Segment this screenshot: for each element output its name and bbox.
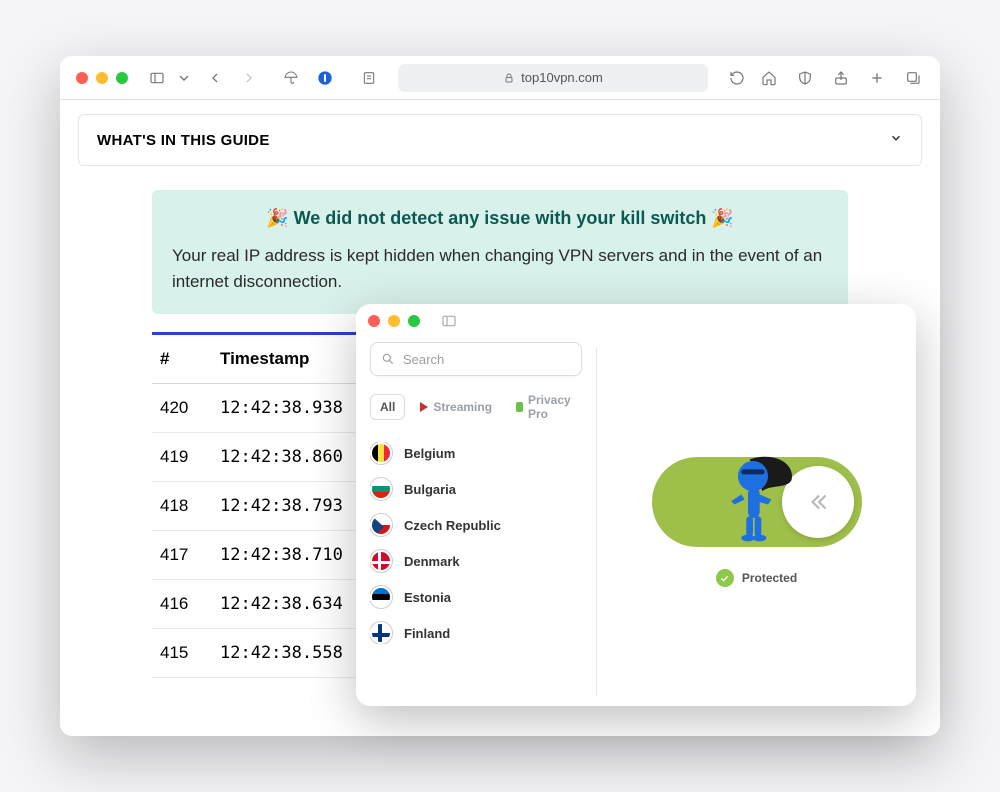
col-num: # — [152, 335, 212, 384]
mascot-icon — [716, 451, 800, 543]
country-label: Belgium — [404, 446, 455, 461]
forward-button[interactable] — [238, 67, 260, 89]
vpn-status-panel: Protected — [597, 338, 916, 706]
kill-switch-result-box: 🎉 We did not detect any issue with your … — [152, 190, 848, 314]
home-button[interactable] — [758, 67, 780, 89]
tab-privacy-pro[interactable]: Privacy Pro — [507, 388, 583, 426]
country-label: Czech Republic — [404, 518, 501, 533]
umbrella-extension-icon[interactable] — [280, 67, 302, 89]
vpn-zoom-button[interactable] — [408, 315, 420, 327]
country-label: Estonia — [404, 590, 451, 605]
country-label: Bulgaria — [404, 482, 456, 497]
vpn-close-button[interactable] — [368, 315, 380, 327]
flag-icon — [370, 442, 392, 464]
flag-icon — [370, 514, 392, 536]
vpn-titlebar — [356, 304, 916, 338]
back-button[interactable] — [204, 67, 226, 89]
share-button[interactable] — [830, 67, 852, 89]
tab-group-dropdown[interactable] — [178, 67, 190, 89]
guide-banner-label: WHAT'S IN THIS GUIDE — [97, 132, 270, 149]
lock-icon — [503, 72, 515, 84]
sidebar-toggle-button[interactable] — [146, 67, 168, 89]
lock-icon — [516, 402, 523, 412]
country-item-be[interactable]: Belgium — [370, 442, 582, 464]
shield-icon[interactable] — [794, 67, 816, 89]
country-item-cz[interactable]: Czech Republic — [370, 514, 582, 536]
chevron-down-icon — [889, 131, 903, 149]
cell-num: 417 — [152, 530, 212, 579]
vpn-minimize-button[interactable] — [388, 315, 400, 327]
cell-num: 416 — [152, 579, 212, 628]
result-title: 🎉 We did not detect any issue with your … — [172, 208, 828, 229]
country-item-dk[interactable]: Denmark — [370, 550, 582, 572]
1password-extension-icon[interactable] — [314, 67, 336, 89]
country-item-bg[interactable]: Bulgaria — [370, 478, 582, 500]
flag-icon — [370, 586, 392, 608]
privacy-report-button[interactable] — [358, 67, 380, 89]
check-icon — [716, 569, 734, 587]
zoom-window-button[interactable] — [116, 72, 128, 84]
new-tab-button[interactable] — [866, 67, 888, 89]
country-item-ee[interactable]: Estonia — [370, 586, 582, 608]
browser-window: top10vpn.com WHAT'S IN THIS GUIDE 🎉 We d… — [60, 56, 940, 736]
flag-icon — [370, 550, 392, 572]
vpn-server-panel: Search All Streaming Privacy Pro Belgium… — [356, 338, 596, 706]
result-description: Your real IP address is kept hidden when… — [172, 243, 828, 296]
guide-toc-toggle[interactable]: WHAT'S IN THIS GUIDE — [78, 114, 922, 166]
flag-icon — [370, 478, 392, 500]
country-list: Belgium Bulgaria Czech Republic Denmark Esto… — [370, 442, 582, 644]
country-item-fi[interactable]: Finland — [370, 622, 582, 644]
url-text: top10vpn.com — [521, 70, 603, 85]
vpn-sidebar-icon[interactable] — [438, 310, 460, 332]
minimize-window-button[interactable] — [96, 72, 108, 84]
address-bar[interactable]: top10vpn.com — [398, 64, 708, 92]
tabs-overview-button[interactable] — [902, 67, 924, 89]
reload-button[interactable] — [726, 67, 748, 89]
flag-icon — [370, 622, 392, 644]
vpn-app-window: Search All Streaming Privacy Pro Belgium… — [356, 304, 916, 706]
close-window-button[interactable] — [76, 72, 88, 84]
cell-num: 415 — [152, 628, 212, 677]
browser-toolbar: top10vpn.com — [60, 56, 940, 100]
country-label: Denmark — [404, 554, 460, 569]
status-label: Protected — [742, 571, 797, 585]
tab-streaming[interactable]: Streaming — [411, 395, 501, 419]
cell-num: 420 — [152, 383, 212, 432]
vpn-search-input[interactable]: Search — [370, 342, 582, 376]
country-label: Finland — [404, 626, 450, 641]
vpn-connection-toggle[interactable] — [652, 457, 862, 547]
vpn-status: Protected — [716, 569, 797, 587]
search-placeholder: Search — [403, 352, 444, 367]
cell-num: 419 — [152, 432, 212, 481]
vpn-filter-tabs: All Streaming Privacy Pro — [370, 388, 582, 426]
tab-all[interactable]: All — [370, 394, 405, 420]
window-controls — [76, 72, 128, 84]
search-icon — [381, 352, 395, 366]
cell-num: 418 — [152, 481, 212, 530]
play-icon — [420, 402, 428, 412]
